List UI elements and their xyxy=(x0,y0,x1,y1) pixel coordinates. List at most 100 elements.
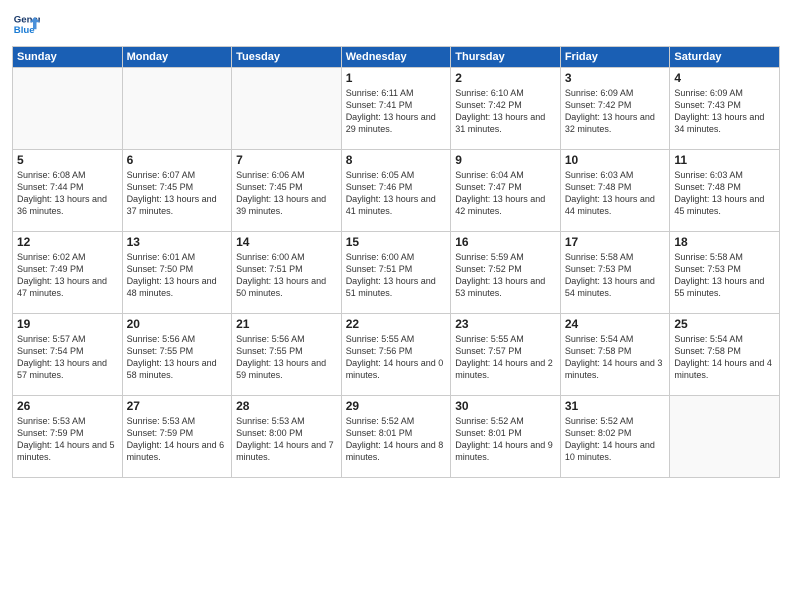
day-info: Sunrise: 5:53 AM Sunset: 7:59 PM Dayligh… xyxy=(17,415,118,464)
day-info: Sunrise: 6:11 AM Sunset: 7:41 PM Dayligh… xyxy=(346,87,447,136)
calendar-cell: 17 Sunrise: 5:58 AM Sunset: 7:53 PM Dayli… xyxy=(560,232,670,314)
day-number: 15 xyxy=(346,235,447,249)
day-number: 20 xyxy=(127,317,228,331)
day-number: 18 xyxy=(674,235,775,249)
day-info: Sunrise: 5:59 AM Sunset: 7:52 PM Dayligh… xyxy=(455,251,556,300)
calendar-cell: 5 Sunrise: 6:08 AM Sunset: 7:44 PM Daylig… xyxy=(13,150,123,232)
day-info: Sunrise: 5:55 AM Sunset: 7:56 PM Dayligh… xyxy=(346,333,447,382)
calendar-cell: 21Sunrise: 5:56 AM Sunset: 7:55 PM Dayli… xyxy=(232,314,342,396)
week-row-5: 26 Sunrise: 5:53 AM Sunset: 7:59 PM Dayli… xyxy=(13,396,780,478)
day-number: 3 xyxy=(565,71,666,85)
page: General Blue SundayMondayTuesdayWednesda… xyxy=(0,0,792,612)
day-number: 12 xyxy=(17,235,118,249)
calendar-cell: 8 Sunrise: 6:05 AM Sunset: 7:46 PM Daylig… xyxy=(341,150,451,232)
calendar-cell: 23 Sunrise: 5:55 AM Sunset: 7:57 PM Dayli… xyxy=(451,314,561,396)
day-number: 24 xyxy=(565,317,666,331)
week-row-3: 12 Sunrise: 6:02 AM Sunset: 7:49 PM Dayli… xyxy=(13,232,780,314)
day-info: Sunrise: 5:57 AM Sunset: 7:54 PM Dayligh… xyxy=(17,333,118,382)
day-info: Sunrise: 5:52 AM Sunset: 8:02 PM Dayligh… xyxy=(565,415,666,464)
day-info: Sunrise: 6:09 AM Sunset: 7:42 PM Dayligh… xyxy=(565,87,666,136)
day-info: Sunrise: 5:58 AM Sunset: 7:53 PM Dayligh… xyxy=(674,251,775,300)
calendar-cell: 12 Sunrise: 6:02 AM Sunset: 7:49 PM Dayli… xyxy=(13,232,123,314)
weekday-header-sunday: Sunday xyxy=(13,47,123,68)
weekday-header-friday: Friday xyxy=(560,47,670,68)
calendar-cell xyxy=(670,396,780,478)
calendar-cell xyxy=(13,68,123,150)
calendar-cell: 19Sunrise: 5:57 AM Sunset: 7:54 PM Dayli… xyxy=(13,314,123,396)
day-number: 6 xyxy=(127,153,228,167)
logo-icon: General Blue xyxy=(12,10,40,38)
day-number: 11 xyxy=(674,153,775,167)
day-number: 21 xyxy=(236,317,337,331)
calendar-cell: 24 Sunrise: 5:54 AM Sunset: 7:58 PM Dayli… xyxy=(560,314,670,396)
day-number: 13 xyxy=(127,235,228,249)
day-info: Sunrise: 5:53 AM Sunset: 7:59 PM Dayligh… xyxy=(127,415,228,464)
day-number: 7 xyxy=(236,153,337,167)
day-number: 17 xyxy=(565,235,666,249)
calendar-cell: 10Sunrise: 6:03 AM Sunset: 7:48 PM Dayli… xyxy=(560,150,670,232)
calendar-cell: 16Sunrise: 5:59 AM Sunset: 7:52 PM Dayli… xyxy=(451,232,561,314)
day-info: Sunrise: 6:10 AM Sunset: 7:42 PM Dayligh… xyxy=(455,87,556,136)
calendar-cell: 9 Sunrise: 6:04 AM Sunset: 7:47 PM Daylig… xyxy=(451,150,561,232)
day-info: Sunrise: 5:55 AM Sunset: 7:57 PM Dayligh… xyxy=(455,333,556,382)
calendar-cell: 3 Sunrise: 6:09 AM Sunset: 7:42 PM Daylig… xyxy=(560,68,670,150)
day-number: 28 xyxy=(236,399,337,413)
week-row-2: 5 Sunrise: 6:08 AM Sunset: 7:44 PM Daylig… xyxy=(13,150,780,232)
calendar-cell: 25 Sunrise: 5:54 AM Sunset: 7:58 PM Dayli… xyxy=(670,314,780,396)
day-number: 26 xyxy=(17,399,118,413)
day-info: Sunrise: 6:04 AM Sunset: 7:47 PM Dayligh… xyxy=(455,169,556,218)
day-number: 31 xyxy=(565,399,666,413)
day-number: 9 xyxy=(455,153,556,167)
day-info: Sunrise: 6:00 AM Sunset: 7:51 PM Dayligh… xyxy=(236,251,337,300)
calendar-cell: 18 Sunrise: 5:58 AM Sunset: 7:53 PM Dayli… xyxy=(670,232,780,314)
day-info: Sunrise: 5:58 AM Sunset: 7:53 PM Dayligh… xyxy=(565,251,666,300)
day-info: Sunrise: 5:52 AM Sunset: 8:01 PM Dayligh… xyxy=(455,415,556,464)
svg-text:Blue: Blue xyxy=(14,25,35,36)
day-info: Sunrise: 6:05 AM Sunset: 7:46 PM Dayligh… xyxy=(346,169,447,218)
day-info: Sunrise: 5:54 AM Sunset: 7:58 PM Dayligh… xyxy=(674,333,775,382)
day-number: 27 xyxy=(127,399,228,413)
day-number: 4 xyxy=(674,71,775,85)
day-info: Sunrise: 5:53 AM Sunset: 8:00 PM Dayligh… xyxy=(236,415,337,464)
calendar-cell: 13 Sunrise: 6:01 AM Sunset: 7:50 PM Dayli… xyxy=(122,232,232,314)
weekday-header-thursday: Thursday xyxy=(451,47,561,68)
day-info: Sunrise: 6:03 AM Sunset: 7:48 PM Dayligh… xyxy=(565,169,666,218)
calendar-cell: 2 Sunrise: 6:10 AM Sunset: 7:42 PM Daylig… xyxy=(451,68,561,150)
day-number: 8 xyxy=(346,153,447,167)
day-number: 23 xyxy=(455,317,556,331)
day-info: Sunrise: 6:08 AM Sunset: 7:44 PM Dayligh… xyxy=(17,169,118,218)
weekday-header-saturday: Saturday xyxy=(670,47,780,68)
calendar-cell: 30Sunrise: 5:52 AM Sunset: 8:01 PM Dayli… xyxy=(451,396,561,478)
calendar-cell: 28 Sunrise: 5:53 AM Sunset: 8:00 PM Dayli… xyxy=(232,396,342,478)
day-info: Sunrise: 6:01 AM Sunset: 7:50 PM Dayligh… xyxy=(127,251,228,300)
day-number: 22 xyxy=(346,317,447,331)
day-info: Sunrise: 6:02 AM Sunset: 7:49 PM Dayligh… xyxy=(17,251,118,300)
weekday-header-monday: Monday xyxy=(122,47,232,68)
day-info: Sunrise: 5:54 AM Sunset: 7:58 PM Dayligh… xyxy=(565,333,666,382)
calendar-cell: 4Sunrise: 6:09 AM Sunset: 7:43 PM Daylig… xyxy=(670,68,780,150)
calendar-cell: 15 Sunrise: 6:00 AM Sunset: 7:51 PM Dayli… xyxy=(341,232,451,314)
calendar-cell: 14 Sunrise: 6:00 AM Sunset: 7:51 PM Dayli… xyxy=(232,232,342,314)
day-number: 5 xyxy=(17,153,118,167)
calendar-cell: 26 Sunrise: 5:53 AM Sunset: 7:59 PM Dayli… xyxy=(13,396,123,478)
calendar-cell: 31 Sunrise: 5:52 AM Sunset: 8:02 PM Dayli… xyxy=(560,396,670,478)
day-info: Sunrise: 6:07 AM Sunset: 7:45 PM Dayligh… xyxy=(127,169,228,218)
day-number: 14 xyxy=(236,235,337,249)
calendar-cell: 29 Sunrise: 5:52 AM Sunset: 8:01 PM Dayli… xyxy=(341,396,451,478)
calendar-cell: 1 Sunrise: 6:11 AM Sunset: 7:41 PM Daylig… xyxy=(341,68,451,150)
calendar: SundayMondayTuesdayWednesdayThursdayFrid… xyxy=(12,46,780,478)
day-number: 1 xyxy=(346,71,447,85)
day-number: 25 xyxy=(674,317,775,331)
day-number: 2 xyxy=(455,71,556,85)
day-info: Sunrise: 5:56 AM Sunset: 7:55 PM Dayligh… xyxy=(127,333,228,382)
day-info: Sunrise: 6:03 AM Sunset: 7:48 PM Dayligh… xyxy=(674,169,775,218)
day-info: Sunrise: 5:52 AM Sunset: 8:01 PM Dayligh… xyxy=(346,415,447,464)
weekday-header-wednesday: Wednesday xyxy=(341,47,451,68)
day-info: Sunrise: 6:00 AM Sunset: 7:51 PM Dayligh… xyxy=(346,251,447,300)
weekday-header-row: SundayMondayTuesdayWednesdayThursdayFrid… xyxy=(13,47,780,68)
day-number: 29 xyxy=(346,399,447,413)
logo: General Blue xyxy=(12,10,42,38)
week-row-4: 19Sunrise: 5:57 AM Sunset: 7:54 PM Dayli… xyxy=(13,314,780,396)
weekday-header-tuesday: Tuesday xyxy=(232,47,342,68)
day-info: Sunrise: 6:06 AM Sunset: 7:45 PM Dayligh… xyxy=(236,169,337,218)
